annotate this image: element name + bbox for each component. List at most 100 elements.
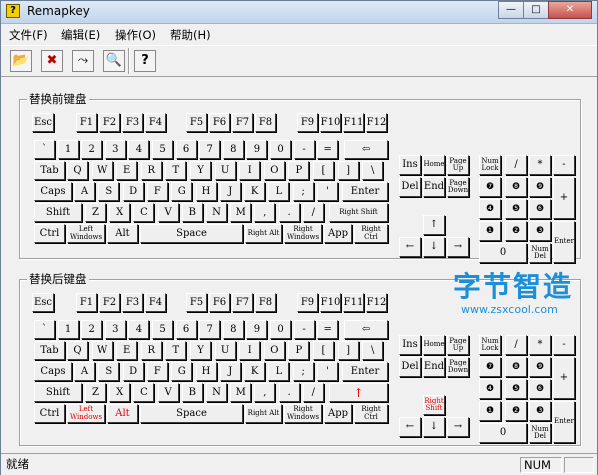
after-key-k[interactable]: K — [244, 362, 266, 381]
before-key-equal[interactable]: = — [317, 140, 339, 159]
before-key-nminus[interactable]: - — [553, 155, 575, 175]
before-key-d[interactable]: D — [122, 182, 144, 201]
after-key-d[interactable]: D — [122, 362, 144, 381]
after-key-rshift-remap[interactable]: Right Shift — [423, 395, 445, 415]
before-key-down[interactable]: ↓ — [423, 237, 445, 257]
before-key-np4[interactable]: ❹ — [479, 199, 501, 219]
before-key-np3[interactable]: ❸ — [529, 221, 551, 241]
help-icon[interactable]: ? — [134, 50, 156, 72]
before-key-p[interactable]: P — [288, 161, 310, 180]
after-key-f8[interactable]: F8 — [255, 293, 276, 312]
after-key-p[interactable]: P — [288, 341, 310, 360]
before-key-f10[interactable]: F10 — [320, 113, 341, 132]
before-key-left[interactable]: ← — [399, 237, 421, 257]
close-button[interactable]: ✕ — [548, 1, 592, 19]
before-key-n1[interactable]: 1 — [57, 140, 79, 159]
after-key-right[interactable]: → — [447, 417, 469, 437]
before-key-g[interactable]: G — [171, 182, 193, 201]
after-key-lwin[interactable]: Left Windows — [67, 404, 105, 423]
before-key-enter[interactable]: Enter — [342, 182, 388, 201]
after-key-caps[interactable]: Caps — [34, 362, 72, 381]
before-key-f5[interactable]: F5 — [186, 113, 207, 132]
after-key-backspace[interactable]: ⇦ — [344, 320, 388, 339]
before-key-j[interactable]: J — [219, 182, 241, 201]
after-key-f10[interactable]: F10 — [320, 293, 341, 312]
after-key-shift[interactable]: Shift — [34, 383, 82, 402]
before-key-np8[interactable]: ❽ — [505, 177, 527, 197]
before-key-f9[interactable]: F9 — [297, 113, 318, 132]
after-key-s[interactable]: S — [98, 362, 120, 381]
before-key-rbracket[interactable]: ] — [337, 161, 359, 180]
after-key-np1[interactable]: ❶ — [479, 401, 501, 421]
before-key-f3[interactable]: F3 — [122, 113, 143, 132]
after-key-minus[interactable]: - — [293, 320, 315, 339]
after-key-n[interactable]: N — [206, 383, 227, 402]
before-key-ralt[interactable]: Right Alt — [245, 224, 282, 243]
after-key-n5[interactable]: 5 — [152, 320, 173, 339]
before-key-up[interactable]: ↑ — [423, 215, 445, 235]
after-key-period[interactable]: . — [278, 383, 300, 402]
before-key-y[interactable]: Y — [190, 161, 211, 180]
before-key-np1[interactable]: ❶ — [479, 221, 501, 241]
after-key-f6[interactable]: F6 — [209, 293, 230, 312]
before-key-i[interactable]: I — [239, 161, 261, 180]
after-key-ndiv[interactable]: / — [505, 335, 527, 355]
before-key-n6[interactable]: 6 — [175, 140, 197, 159]
before-key-k[interactable]: K — [244, 182, 266, 201]
before-key-n[interactable]: N — [206, 203, 227, 222]
before-key-lwin[interactable]: Left Windows — [67, 224, 105, 243]
maximize-button[interactable]: □ — [523, 1, 549, 19]
preview-icon[interactable]: 🔍 — [103, 50, 125, 72]
before-key-semicolon[interactable]: ; — [292, 182, 314, 201]
after-key-f1[interactable]: F1 — [76, 293, 97, 312]
after-key-w[interactable]: W — [91, 341, 113, 360]
after-key-n2[interactable]: 2 — [81, 320, 103, 339]
after-key-rwin[interactable]: Right Windows — [284, 404, 322, 423]
after-key-n1[interactable]: 1 — [57, 320, 79, 339]
before-key-space[interactable]: Space — [140, 224, 243, 243]
after-key-nmul[interactable]: * — [529, 335, 551, 355]
after-key-quote[interactable]: ' — [317, 362, 338, 381]
after-key-space[interactable]: Space — [140, 404, 243, 423]
after-key-comma[interactable]: , — [254, 383, 276, 402]
before-key-comma[interactable]: , — [254, 203, 276, 222]
before-key-n7[interactable]: 7 — [199, 140, 221, 159]
after-key-n6[interactable]: 6 — [175, 320, 197, 339]
before-key-a[interactable]: A — [74, 182, 95, 201]
before-key-np7[interactable]: ❼ — [479, 177, 501, 197]
after-key-n9[interactable]: 9 — [246, 320, 268, 339]
before-key-s[interactable]: S — [98, 182, 120, 201]
before-key-l[interactable]: L — [268, 182, 290, 201]
after-key-f12[interactable]: F12 — [366, 293, 387, 312]
before-key-np2[interactable]: ❷ — [505, 221, 527, 241]
before-key-t[interactable]: T — [165, 161, 187, 180]
after-key-l[interactable]: L — [268, 362, 290, 381]
after-key-c[interactable]: C — [133, 383, 155, 402]
after-key-down[interactable]: ↓ — [423, 417, 445, 437]
before-key-f1[interactable]: F1 — [76, 113, 97, 132]
before-key-u[interactable]: U — [214, 161, 236, 180]
menu-action[interactable]: 操作(O) — [115, 27, 156, 43]
before-key-np0[interactable]: 0 — [479, 243, 527, 263]
after-key-f9[interactable]: F9 — [297, 293, 318, 312]
delete-icon[interactable]: ✖ — [41, 50, 63, 72]
open-icon[interactable]: 📂 — [10, 50, 32, 72]
before-key-f4[interactable]: F4 — [145, 113, 166, 132]
before-key-r[interactable]: R — [140, 161, 162, 180]
before-key-npdel[interactable]: Num Del — [529, 243, 551, 263]
after-key-g[interactable]: G — [171, 362, 193, 381]
before-key-x[interactable]: X — [109, 203, 131, 222]
after-key-np7[interactable]: ❼ — [479, 357, 501, 377]
after-key-esc[interactable]: Esc — [32, 293, 54, 312]
before-key-n5[interactable]: 5 — [152, 140, 173, 159]
after-key-del[interactable]: Del — [399, 357, 421, 377]
before-key-period[interactable]: . — [278, 203, 300, 222]
after-key-x[interactable]: X — [109, 383, 131, 402]
after-key-o[interactable]: O — [263, 341, 285, 360]
before-key-f8[interactable]: F8 — [255, 113, 276, 132]
after-key-n0[interactable]: 0 — [270, 320, 291, 339]
before-key-n0[interactable]: 0 — [270, 140, 291, 159]
before-key-n4[interactable]: 4 — [128, 140, 150, 159]
after-key-np5[interactable]: ❺ — [505, 379, 527, 399]
before-key-np9[interactable]: ❾ — [529, 177, 551, 197]
